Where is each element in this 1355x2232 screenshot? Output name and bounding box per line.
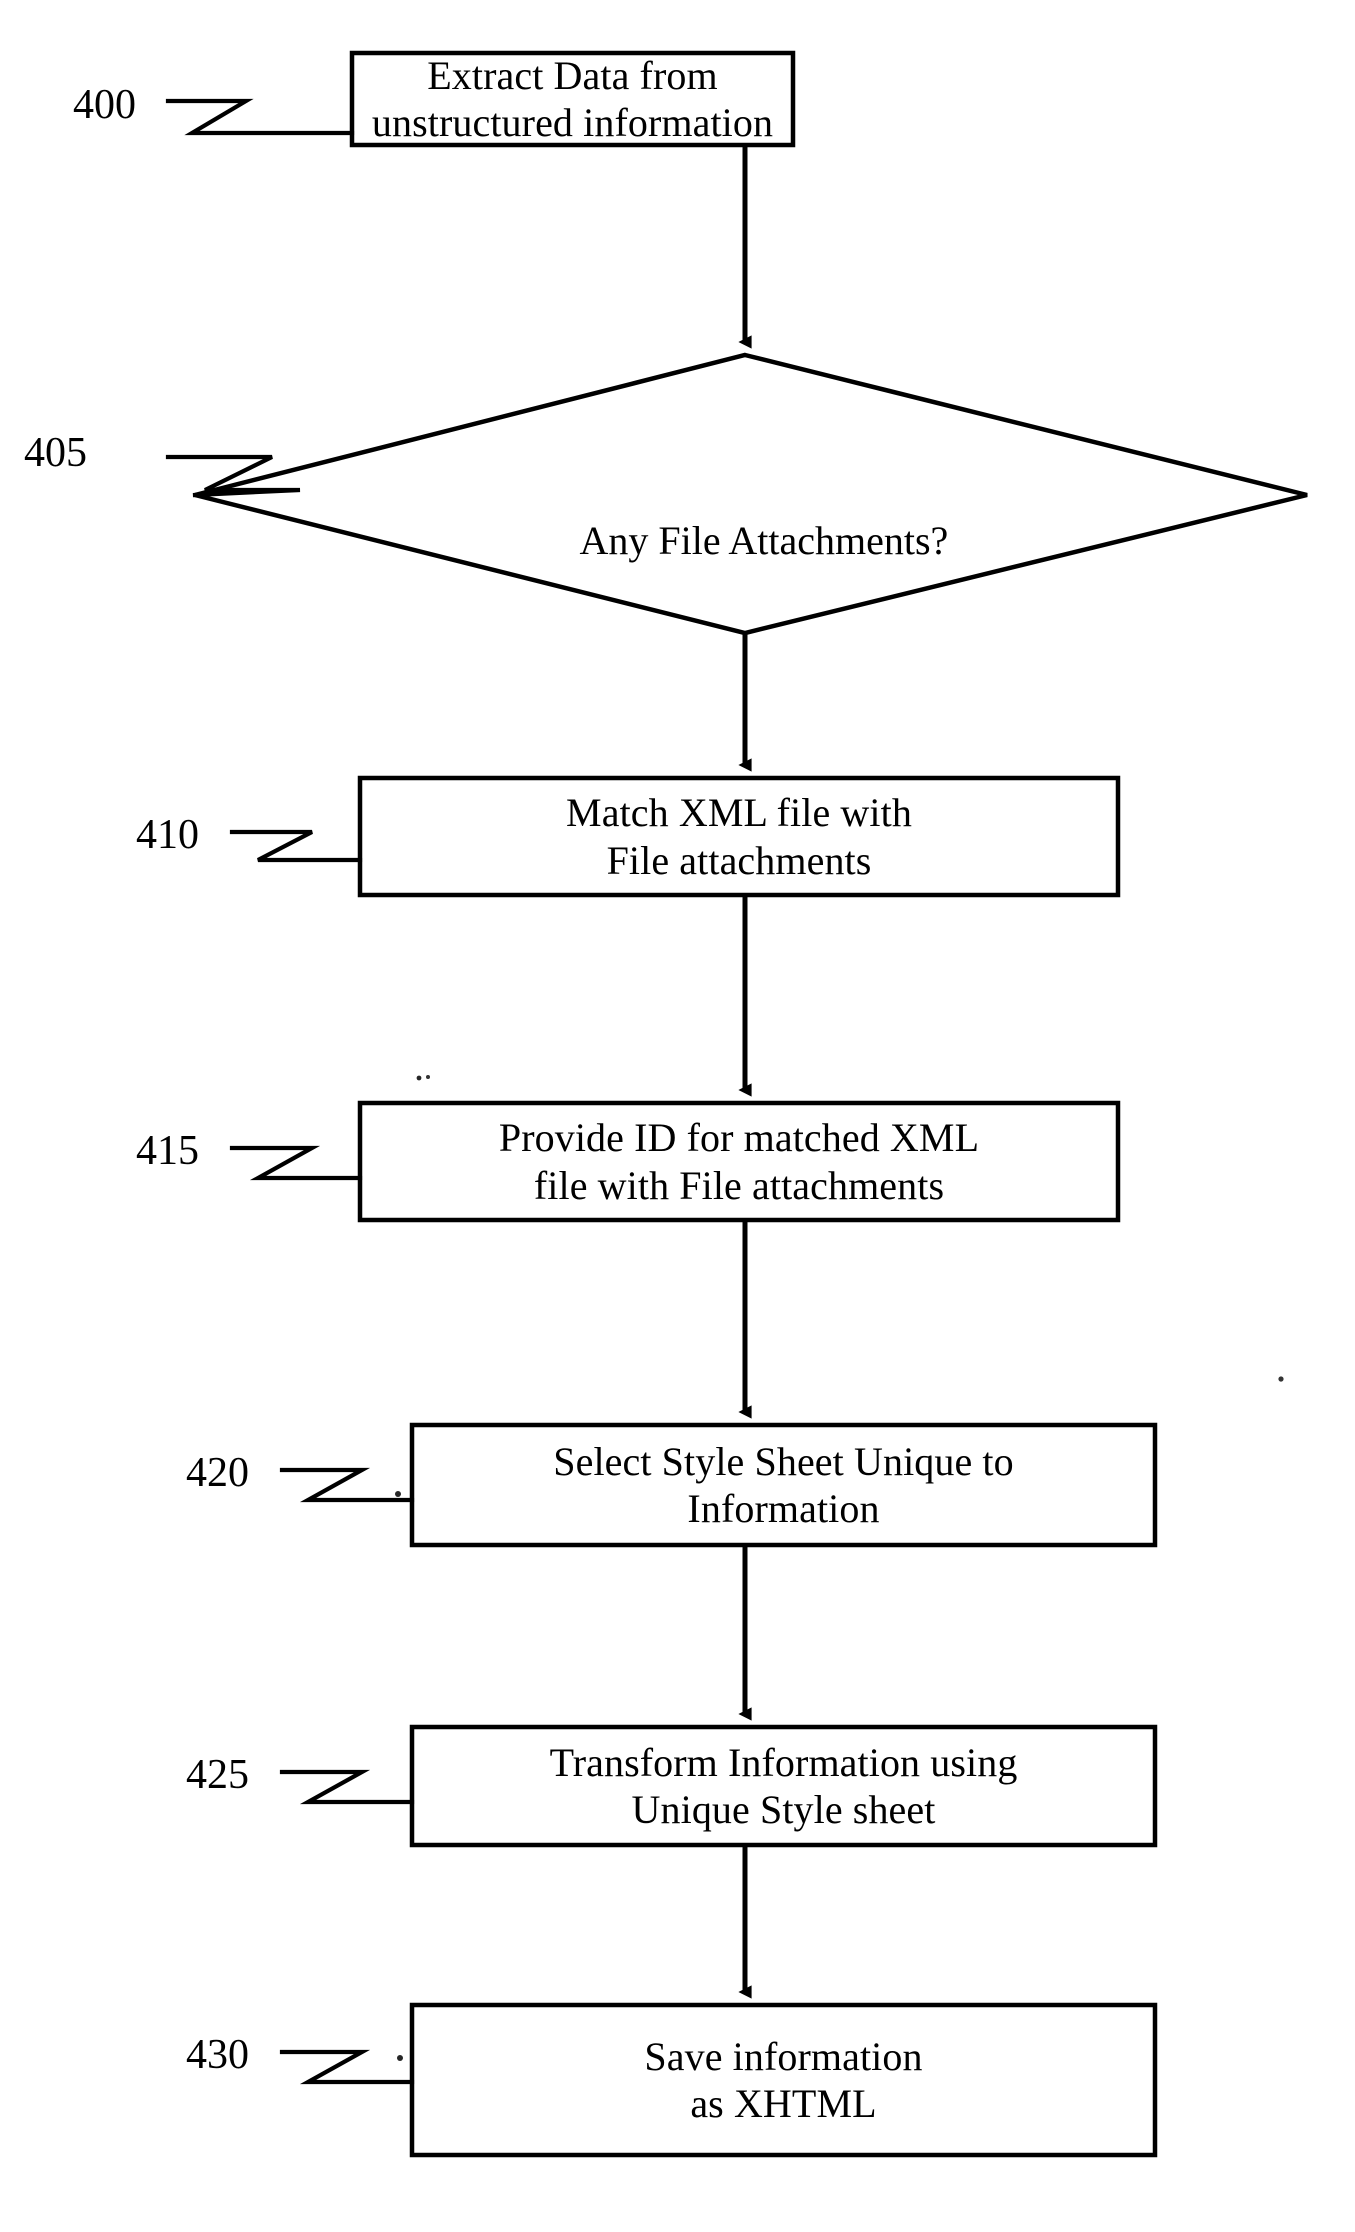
node-box-415 [357,1100,1121,1223]
reference-numeral-425: 425 [186,1752,249,1798]
flowchart-graphics [165,50,1308,2158]
reference-numeral-420: 420 [186,1450,249,1496]
node-box-410 [357,775,1121,898]
reference-numeral-410: 410 [136,812,199,858]
scan-speck [395,1491,401,1497]
scan-speck [426,1075,430,1079]
figure-canvas: Extract Data from unstructured informati… [0,0,1355,2232]
scan-speck [397,2055,403,2061]
leader-line-400 [165,98,355,136]
scan-speck [1278,1376,1284,1382]
leader-line-430 [279,2049,415,2085]
reference-numeral-415: 415 [136,1128,199,1174]
reference-numeral-400: 400 [73,82,136,128]
reference-numeral-405: 405 [24,430,87,476]
scan-speck [416,1075,422,1081]
node-box-420 [409,1422,1158,1548]
node-box-425 [409,1724,1158,1848]
node-box-400 [349,50,796,148]
reference-numeral-430: 430 [186,2032,249,2078]
node-box-430 [409,2002,1158,2158]
leader-line-410 [229,829,363,863]
node-text-405: Any File Attachments? [445,470,1045,612]
node-text-line: Any File Attachments? [579,518,949,564]
leader-line-425 [279,1769,415,1805]
leader-line-420 [279,1467,415,1503]
leader-line-415 [229,1145,363,1181]
